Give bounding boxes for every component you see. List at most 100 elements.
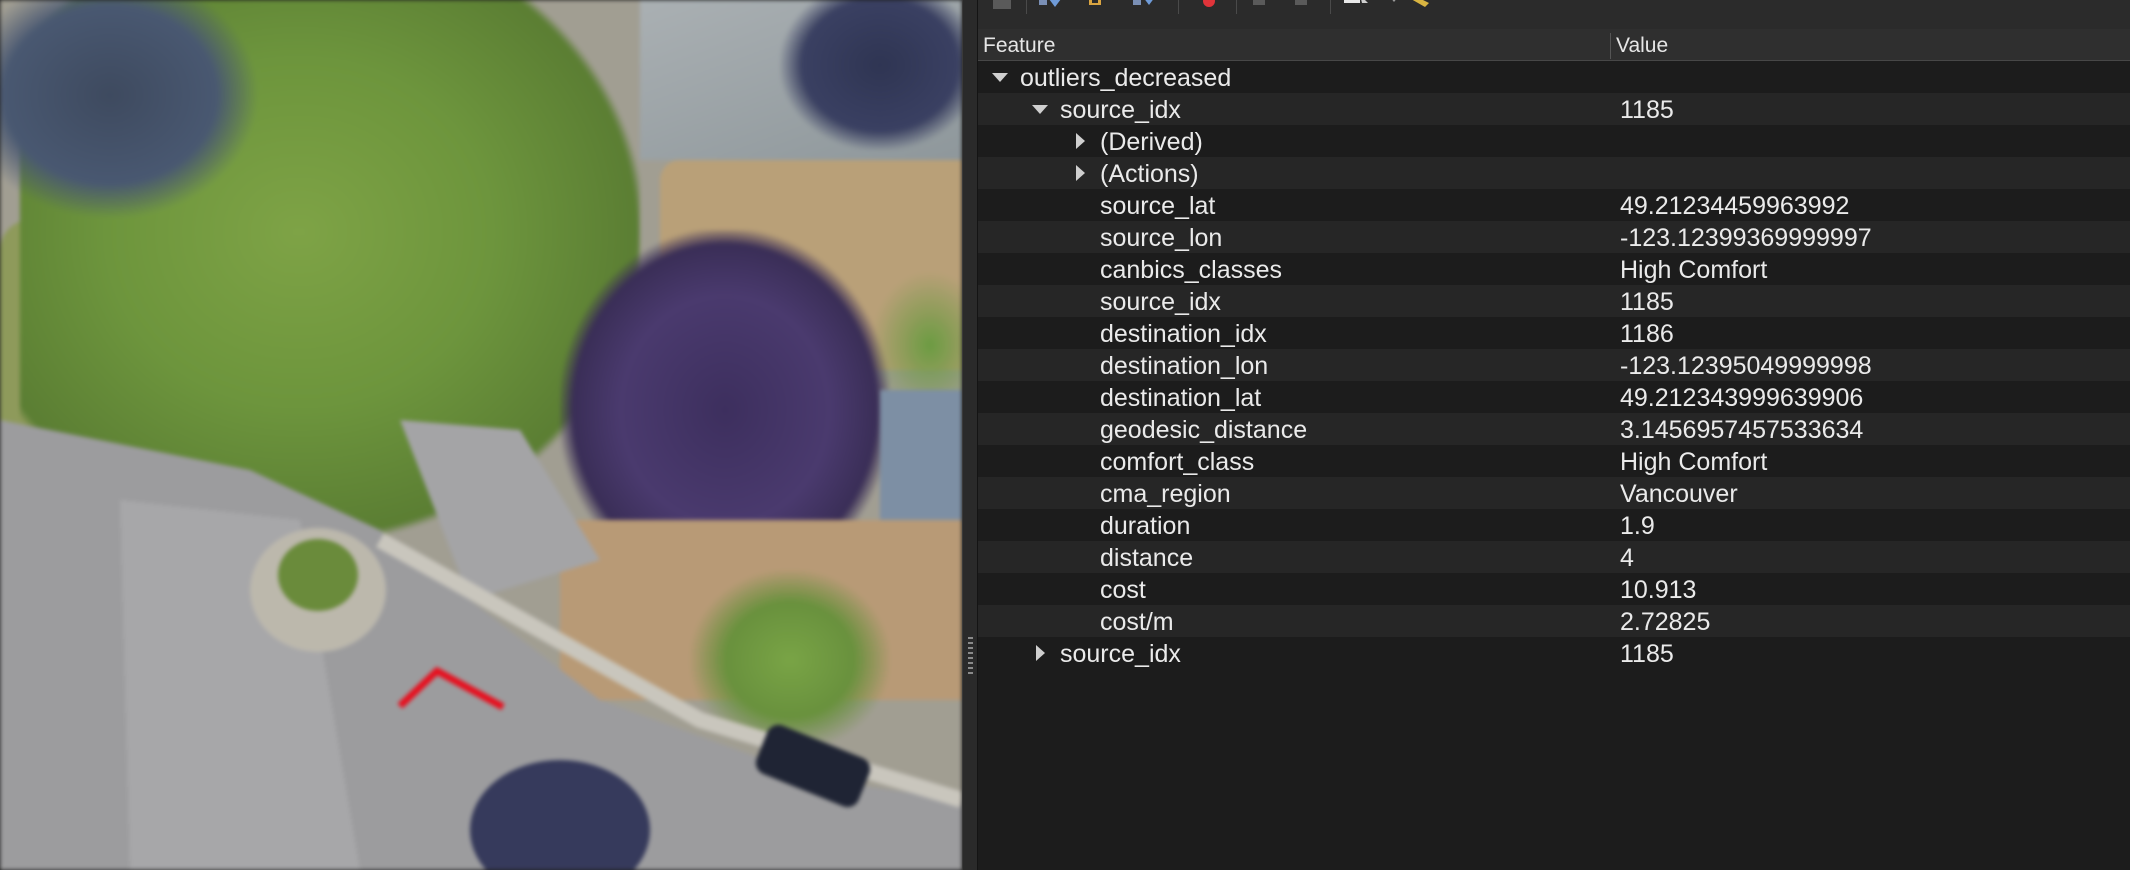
form-view-icon <box>993 0 1011 9</box>
triangle-down-icon <box>1032 104 1048 114</box>
feature-value: High Comfort <box>1620 448 1768 476</box>
expand-arrow-icon[interactable] <box>1032 637 1048 669</box>
tree-row[interactable]: distance 4 <box>978 541 2130 573</box>
feature-name: outliers_decreased <box>1020 64 1232 92</box>
tree-row[interactable]: source_idx 1185 <box>978 285 2130 317</box>
feature-value: 1185 <box>1620 640 1674 668</box>
feature-name: canbics_classes <box>1100 256 1283 284</box>
measure-icon <box>1412 0 1429 7</box>
identify-toolbar <box>978 0 2130 29</box>
tree-row[interactable]: outliers_decreased <box>978 61 2130 93</box>
tree-row[interactable]: (Actions) <box>978 157 2130 189</box>
feature-value: 1186 <box>1620 320 1674 348</box>
tree-row[interactable]: cma_region Vancouver <box>978 477 2130 509</box>
tree-row[interactable]: destination_lat 49.212343999639906 <box>978 381 2130 413</box>
tree-row[interactable]: source_idx 1185 <box>978 93 2130 125</box>
feature-value: Vancouver <box>1620 480 1738 508</box>
tree-row[interactable]: comfort_class High Comfort <box>978 445 2130 477</box>
collapse-arrow-icon[interactable] <box>1032 93 1048 125</box>
tree-row[interactable]: canbics_classes High Comfort <box>978 253 2130 285</box>
feature-name: source_lat <box>1100 192 1216 220</box>
feature-value: -123.12395049999998 <box>1620 352 1872 380</box>
feature-name: cost/m <box>1100 608 1174 636</box>
feature-name: destination_lat <box>1100 384 1262 412</box>
tree-row[interactable]: (Derived) <box>978 125 2130 157</box>
expand-new-button[interactable] <box>1130 0 1158 13</box>
tree-row[interactable]: destination_idx 1186 <box>978 317 2130 349</box>
expand-icon <box>1039 0 1061 7</box>
feature-value: High Comfort <box>1620 256 1768 284</box>
panel-splitter[interactable] <box>962 0 978 870</box>
feature-value: 49.212343999639906 <box>1620 384 1864 412</box>
feature-name: duration <box>1100 512 1191 540</box>
feature-name: (Derived) <box>1100 128 1203 156</box>
triangle-right-icon <box>1075 133 1085 149</box>
feature-name: destination_lon <box>1100 352 1269 380</box>
select-mode-dropdown[interactable] <box>1380 0 1408 13</box>
feature-value: 4 <box>1620 544 1634 572</box>
deselect-button[interactable] <box>1190 0 1218 13</box>
copy-icon <box>1253 0 1265 5</box>
deselect-icon <box>1203 0 1215 7</box>
tree-row[interactable]: source_lon -123.12399369999997 <box>978 221 2130 253</box>
feature-value: -123.12399369999997 <box>1620 224 1872 252</box>
select-identify-button[interactable] <box>1342 0 1370 13</box>
toolbar-separator <box>1026 0 1027 14</box>
island-tree <box>278 539 358 611</box>
toolbar-separator <box>1330 0 1331 14</box>
tree-rows: outliers_decreased source_idx 1185 (Derived… <box>978 61 2130 669</box>
tree-header: Feature Value <box>978 29 2130 61</box>
print-icon <box>1295 0 1307 5</box>
feature-value: 3.1456957457533634 <box>1620 416 1864 444</box>
expand-arrow-icon[interactable] <box>1072 157 1088 189</box>
feature-name: source_lon <box>1100 224 1223 252</box>
feature-name: cost <box>1100 576 1146 604</box>
feature-value: 49.21234459963992 <box>1620 192 1850 220</box>
tree-row[interactable]: geodesic_distance 3.1456957457533634 <box>978 413 2130 445</box>
toolbar-separator <box>1236 0 1237 14</box>
collapse-button[interactable] <box>1084 0 1112 13</box>
copy-button[interactable] <box>1246 0 1274 13</box>
triangle-right-icon <box>1035 645 1045 661</box>
column-header-feature[interactable]: Feature <box>978 29 1055 60</box>
measure-button[interactable] <box>1408 0 1436 13</box>
toolbar-separator <box>1178 0 1179 14</box>
feature-name: destination_idx <box>1100 320 1267 348</box>
tree-row[interactable]: destination_lon -123.12395049999998 <box>978 349 2130 381</box>
collapse-arrow-icon[interactable] <box>992 61 1008 93</box>
expand-button[interactable] <box>1036 0 1064 13</box>
identify-toolbar-button[interactable] <box>988 0 1016 13</box>
expand-new-icon <box>1133 0 1153 5</box>
feature-name: (Actions) <box>1100 160 1199 188</box>
expand-arrow-icon[interactable] <box>1072 125 1088 157</box>
collapse-icon <box>1089 0 1101 5</box>
print-button[interactable] <box>1288 0 1316 13</box>
tree-row[interactable]: cost 10.913 <box>978 573 2130 605</box>
triangle-right-icon <box>1075 165 1085 181</box>
feature-value: 1185 <box>1620 288 1674 316</box>
feature-name: source_idx <box>1100 288 1221 316</box>
triangle-down-icon <box>992 72 1008 82</box>
tree-row[interactable]: cost/m 2.72825 <box>978 605 2130 637</box>
map-overlay <box>0 420 962 870</box>
feature-value: 10.913 <box>1620 576 1697 604</box>
tree-row[interactable]: source_lat 49.21234459963992 <box>978 189 2130 221</box>
select-identify-icon <box>1344 0 1368 3</box>
tree-row[interactable]: duration 1.9 <box>978 509 2130 541</box>
feature-value: 1.9 <box>1620 512 1655 540</box>
identify-results-tree[interactable]: Feature Value outliers_decreased source_i… <box>978 29 2130 870</box>
feature-name: source_idx <box>1060 640 1181 668</box>
feature-value: 2.72825 <box>1620 608 1711 636</box>
feature-name: geodesic_distance <box>1100 416 1308 444</box>
feature-name: comfort_class <box>1100 448 1255 476</box>
chevron-down-icon <box>1392 0 1396 2</box>
identify-results-panel: Feature Value outliers_decreased source_i… <box>978 0 2130 870</box>
feature-name: cma_region <box>1100 480 1231 508</box>
feature-value: 1185 <box>1620 96 1674 124</box>
feature-name: source_idx <box>1060 96 1181 124</box>
tree-row[interactable]: source_idx 1185 <box>978 637 2130 669</box>
column-header-value[interactable]: Value <box>1611 29 1668 60</box>
map-canvas[interactable] <box>0 0 962 870</box>
feature-name: distance <box>1100 544 1194 572</box>
splitter-grip-icon[interactable] <box>968 637 973 675</box>
